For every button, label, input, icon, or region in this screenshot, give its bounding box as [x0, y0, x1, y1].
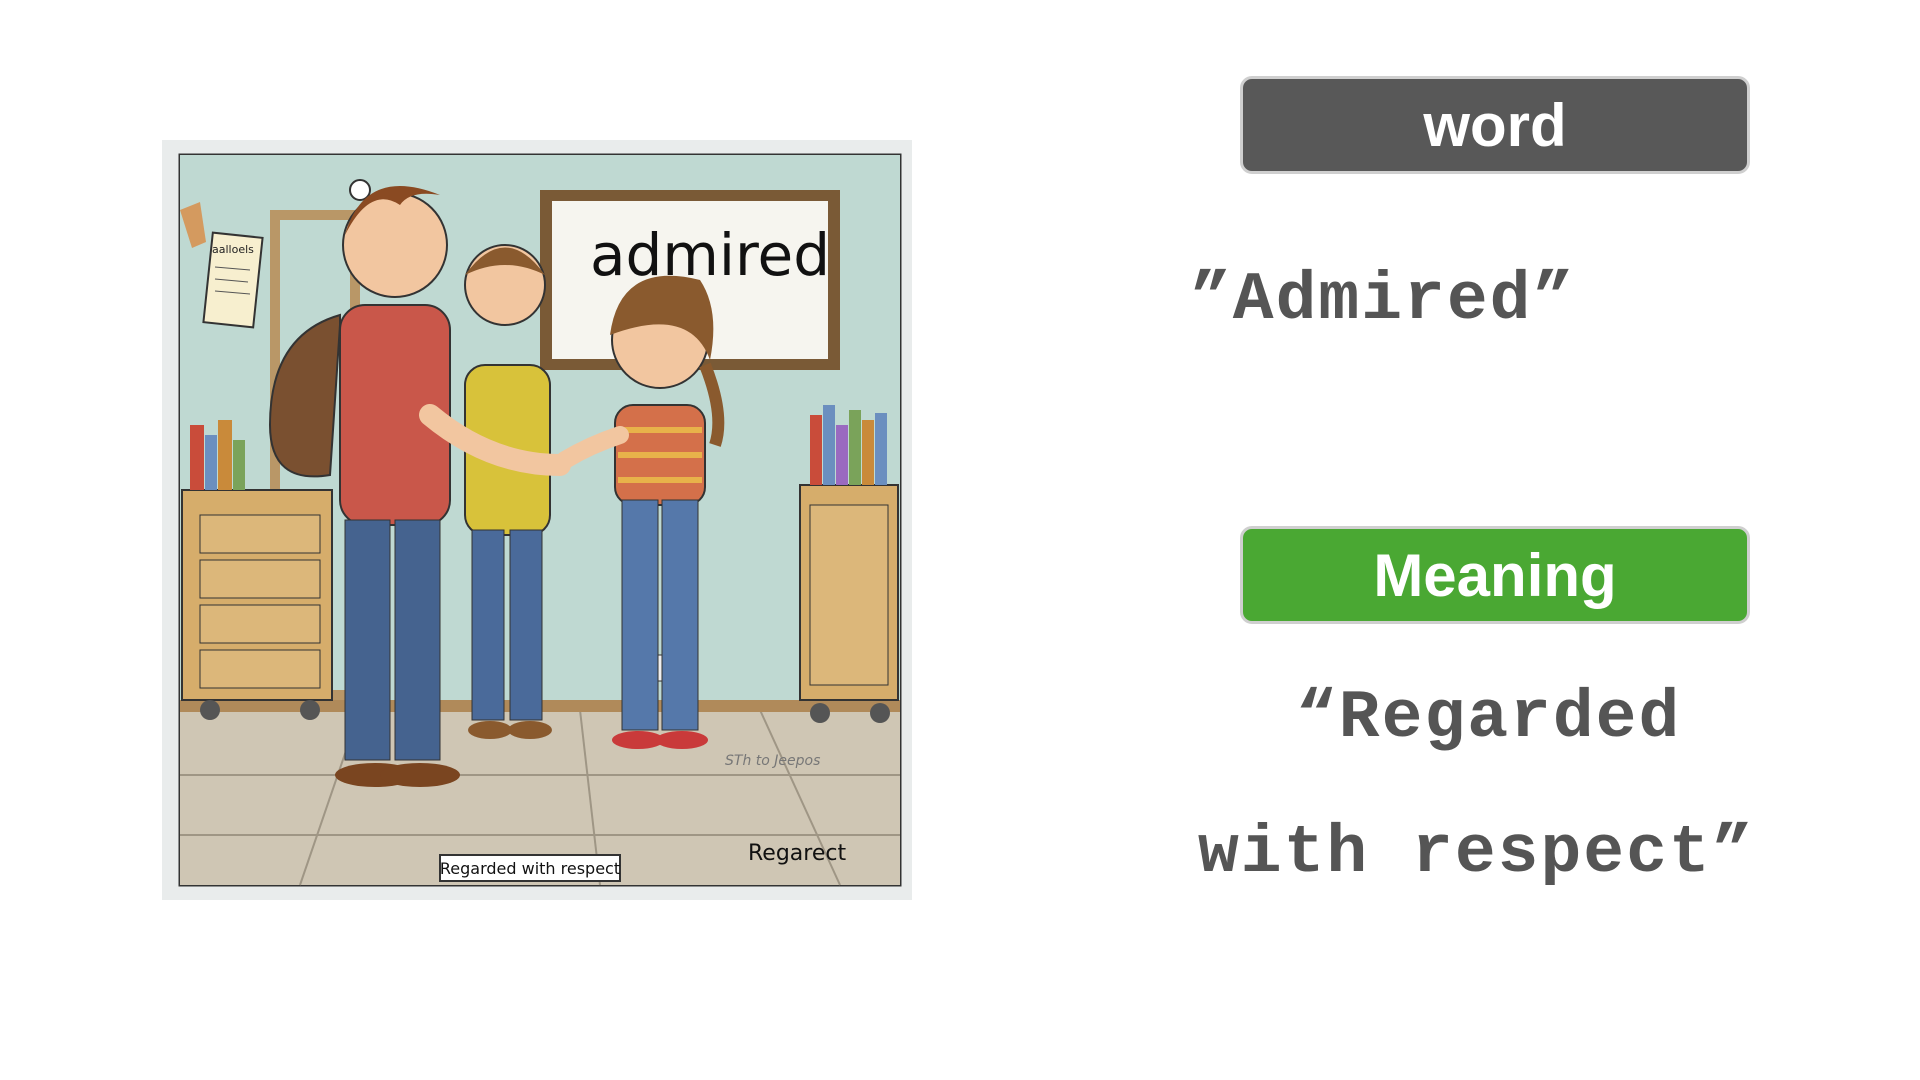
vocabulary-illustration: aalloels admired STh to Jeepos Regarect … [160, 135, 920, 905]
word-label-text: word [1423, 91, 1567, 159]
corner-text: Regarect [748, 841, 846, 866]
meaning-label-text: Meaning [1373, 541, 1617, 609]
caption-label: Regarded with respect [440, 859, 620, 878]
meaning-line-2: with respect” [1198, 815, 1755, 892]
clock-icon [349, 179, 371, 201]
whiteboard-text: admired [590, 221, 830, 289]
wall-note-text: aalloels [212, 243, 254, 256]
wall-note: aalloels [202, 231, 264, 329]
floor-signature: STh to Jeepos [725, 753, 820, 769]
meaning-line-1: “Regarded [1296, 680, 1682, 757]
word-label-badge: word [1240, 76, 1750, 174]
word-value: ”Admired” [1190, 262, 1576, 339]
meaning-label-badge: Meaning [1240, 526, 1750, 624]
